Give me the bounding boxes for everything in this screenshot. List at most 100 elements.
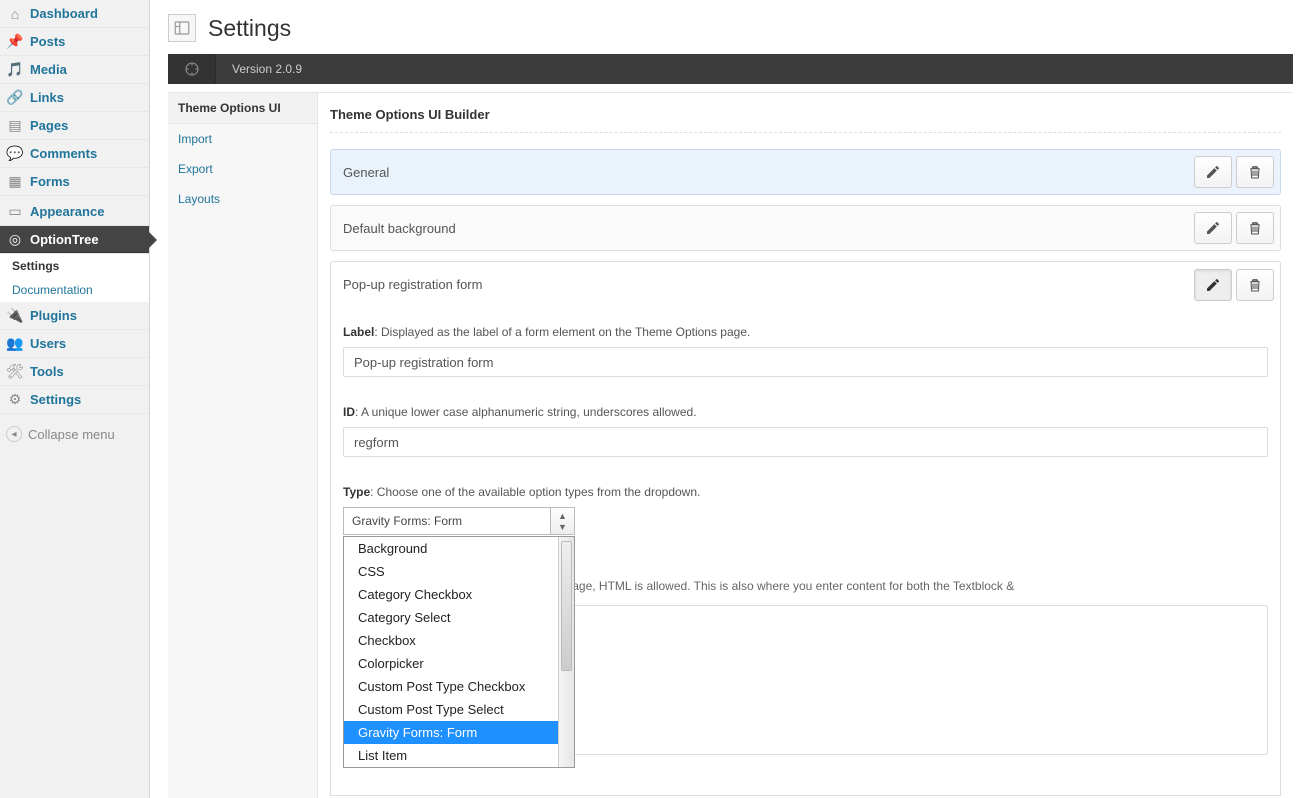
subnav-import[interactable]: Import <box>168 124 317 154</box>
field-label: Label: Displayed as the label of a form … <box>343 325 1268 377</box>
chevron-updown-icon: ▲▼ <box>550 508 574 534</box>
menu-label: Collapse menu <box>28 427 115 442</box>
type-option[interactable]: List Item <box>344 744 558 767</box>
type-option[interactable]: Custom Post Type Checkbox <box>344 675 558 698</box>
version-bar: Version 2.0.9 <box>168 54 1293 84</box>
subnav: Theme Options UI Import Export Layouts <box>168 93 318 798</box>
menu-appearance[interactable]: ▭ Appearance <box>0 198 149 226</box>
field-label-desc: : Displayed as the label of a form eleme… <box>374 325 750 339</box>
type-option[interactable]: Background <box>344 537 558 560</box>
menu-label: Pages <box>30 118 68 133</box>
edit-button[interactable] <box>1194 269 1232 301</box>
collapse-icon: ◂ <box>6 426 22 442</box>
type-option[interactable]: Checkbox <box>344 629 558 652</box>
type-select-value: Gravity Forms: Form <box>344 508 550 534</box>
section-row-default-bg[interactable]: Default background <box>330 205 1281 251</box>
builder-panel: Theme Options UI Builder General <box>318 93 1293 798</box>
optiontree-submenu: Settings Documentation <box>0 254 149 302</box>
submenu-documentation[interactable]: Documentation <box>0 278 149 302</box>
menu-label: Links <box>30 90 64 105</box>
type-select[interactable]: Gravity Forms: Form ▲▼ BackgroundCSSCate… <box>343 507 575 535</box>
menu-settings[interactable]: ⚙ Settings <box>0 386 149 414</box>
id-input[interactable] <box>343 427 1268 457</box>
link-icon: 🔗 <box>6 89 24 107</box>
delete-button[interactable] <box>1236 212 1274 244</box>
menu-label: Dashboard <box>30 6 98 21</box>
menu-comments[interactable]: 💬 Comments <box>0 140 149 168</box>
menu-optiontree[interactable]: ◎ OptionTree <box>0 226 149 254</box>
page-settings-icon <box>168 14 196 42</box>
menu-label: Posts <box>30 34 65 49</box>
field-id-name: ID <box>343 405 355 419</box>
settings-icon: ⚙ <box>6 391 24 409</box>
edit-button[interactable] <box>1194 156 1232 188</box>
edit-button[interactable] <box>1194 212 1232 244</box>
type-option[interactable]: Colorpicker <box>344 652 558 675</box>
section-editor: Label: Displayed as the label of a form … <box>330 307 1281 796</box>
menu-dashboard[interactable]: ⌂ Dashboard <box>0 0 149 28</box>
menu-media[interactable]: 🎵 Media <box>0 56 149 84</box>
optiontree-logo-icon <box>168 54 216 84</box>
field-type: Type: Choose one of the available option… <box>343 485 1268 755</box>
field-label-name: Label <box>343 325 374 339</box>
section-title: General <box>343 165 1194 180</box>
menu-label: Comments <box>30 146 97 161</box>
section-title: Default background <box>343 221 1194 236</box>
subnav-layouts[interactable]: Layouts <box>168 184 317 214</box>
menu-label: Appearance <box>30 204 104 219</box>
submenu-label: Documentation <box>12 283 93 297</box>
section-row-general[interactable]: General <box>330 149 1281 195</box>
type-option[interactable]: Gravity Forms: Form <box>344 721 558 744</box>
dropdown-scrollbar[interactable] <box>558 537 574 767</box>
menu-pages[interactable]: ▤ Pages <box>0 112 149 140</box>
forms-icon: ▦ <box>6 173 24 191</box>
home-icon: ⌂ <box>6 5 24 23</box>
version-text: Version 2.0.9 <box>216 62 302 76</box>
admin-sidebar: ⌂ Dashboard 📌 Posts 🎵 Media 🔗 Links ▤ Pa… <box>0 0 150 798</box>
menu-tools[interactable]: 🛠 Tools <box>0 358 149 386</box>
delete-button[interactable] <box>1236 156 1274 188</box>
users-icon: 👥 <box>6 335 24 353</box>
submenu-label: Settings <box>12 259 59 273</box>
comment-icon: 💬 <box>6 145 24 163</box>
media-icon: 🎵 <box>6 61 24 79</box>
optiontree-icon: ◎ <box>6 231 24 249</box>
field-id-desc: : A unique lower case alphanumeric strin… <box>355 405 697 419</box>
menu-links[interactable]: 🔗 Links <box>0 84 149 112</box>
menu-forms[interactable]: ▦ Forms <box>0 168 149 196</box>
field-type-name: Type <box>343 485 370 499</box>
type-option[interactable]: Custom Post Type Select <box>344 698 558 721</box>
label-input[interactable] <box>343 347 1268 377</box>
field-id: ID: A unique lower case alphanumeric str… <box>343 405 1268 457</box>
field-type-desc: : Choose one of the available option typ… <box>370 485 700 499</box>
delete-button[interactable] <box>1236 269 1274 301</box>
scrollbar-grip[interactable] <box>561 541 572 671</box>
menu-collapse[interactable]: ◂ Collapse menu <box>0 420 149 448</box>
menu-label: Settings <box>30 392 81 407</box>
type-option[interactable]: Category Checkbox <box>344 583 558 606</box>
menu-label: Users <box>30 336 66 351</box>
section-row-popup[interactable]: Pop-up registration form <box>330 261 1281 307</box>
appearance-icon: ▭ <box>6 203 24 221</box>
menu-label: Forms <box>30 174 70 189</box>
type-option[interactable]: CSS <box>344 560 558 583</box>
menu-plugins[interactable]: 🔌 Plugins <box>0 302 149 330</box>
menu-users[interactable]: 👥 Users <box>0 330 149 358</box>
menu-label: Tools <box>30 364 64 379</box>
page-icon: ▤ <box>6 117 24 135</box>
menu-label: Plugins <box>30 308 77 323</box>
menu-label: OptionTree <box>30 232 99 247</box>
page-title: Settings <box>208 15 291 42</box>
builder-heading: Theme Options UI Builder <box>330 107 1281 133</box>
plugin-icon: 🔌 <box>6 307 24 325</box>
tools-icon: 🛠 <box>6 363 24 381</box>
submenu-settings[interactable]: Settings <box>0 254 149 278</box>
type-option[interactable]: Category Select <box>344 606 558 629</box>
menu-label: Media <box>30 62 67 77</box>
type-dropdown: BackgroundCSSCategory CheckboxCategory S… <box>343 536 575 768</box>
section-title: Pop-up registration form <box>343 277 1194 292</box>
subnav-export[interactable]: Export <box>168 154 317 184</box>
menu-posts[interactable]: 📌 Posts <box>0 28 149 56</box>
pin-icon: 📌 <box>6 33 24 51</box>
subnav-group: Theme Options UI <box>168 93 317 124</box>
